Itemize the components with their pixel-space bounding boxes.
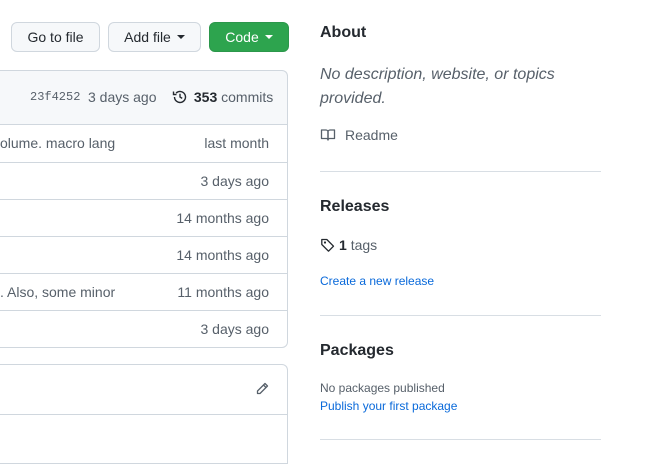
packages-heading[interactable]: Packages [320,342,394,360]
commits-link[interactable]: 353 commits [172,89,273,105]
create-release-link[interactable]: Create a new release [320,274,434,288]
file-row[interactable]: olume. macro lang last month [0,125,287,162]
go-to-file-label: Go to file [27,29,84,45]
about-heading: About [320,24,367,41]
file-row[interactable]: 3 days ago [0,162,287,199]
releases-heading[interactable]: Releases [320,198,389,216]
no-packages-text: No packages published [320,381,445,395]
commit-count: 353 [193,89,218,105]
file-commit-age: 3 days ago [200,173,270,189]
file-row[interactable]: . Also, some minor 11 months ago [0,273,287,310]
commit-count-label: commits [221,89,274,105]
divider [320,439,601,440]
commit-time[interactable]: 3 days ago [88,89,157,105]
code-button[interactable]: Code [209,22,289,52]
chevron-down-icon [264,35,273,39]
add-file-label: Add file [124,29,171,45]
file-list: olume. macro lang last month 3 days ago … [0,124,288,348]
tag-count-label: tags [350,237,378,253]
file-row[interactable]: 14 months ago [0,199,287,236]
divider [320,171,601,172]
tags-link[interactable]: 1 tags [320,237,377,253]
readme-label: Readme [345,127,398,143]
history-icon [172,90,187,104]
add-file-button[interactable]: Add file [108,22,201,52]
chevron-down-icon [176,35,185,39]
file-commit-age: 14 months ago [176,247,269,263]
readme-link[interactable]: Readme [320,127,398,143]
readme-header [0,365,287,415]
readme-box [0,364,288,464]
publish-package-link[interactable]: Publish your first package [320,399,457,413]
file-commit-age: last month [204,135,269,151]
file-commit-age: 11 months ago [177,284,269,300]
latest-commit-bar: 23f4252 3 days ago 353 commits [0,70,288,124]
file-row[interactable]: 3 days ago [0,310,287,347]
file-commit-age: 3 days ago [200,321,270,337]
file-commit-message[interactable]: . Also, some minor [0,284,115,300]
tag-icon [321,238,335,252]
pencil-icon[interactable] [254,381,270,397]
book-icon [320,129,336,141]
file-commit-age: 14 months ago [176,210,269,226]
file-row[interactable]: 14 months ago [0,236,287,273]
go-to-file-button[interactable]: Go to file [11,22,100,52]
commit-sha[interactable]: 23f4252 [30,90,80,104]
divider [320,315,601,316]
file-commit-message[interactable]: olume. macro lang [0,135,115,151]
about-description: No description, website, or topics provi… [320,66,555,107]
code-label: Code [225,29,259,45]
tag-count: 1 [339,237,347,253]
